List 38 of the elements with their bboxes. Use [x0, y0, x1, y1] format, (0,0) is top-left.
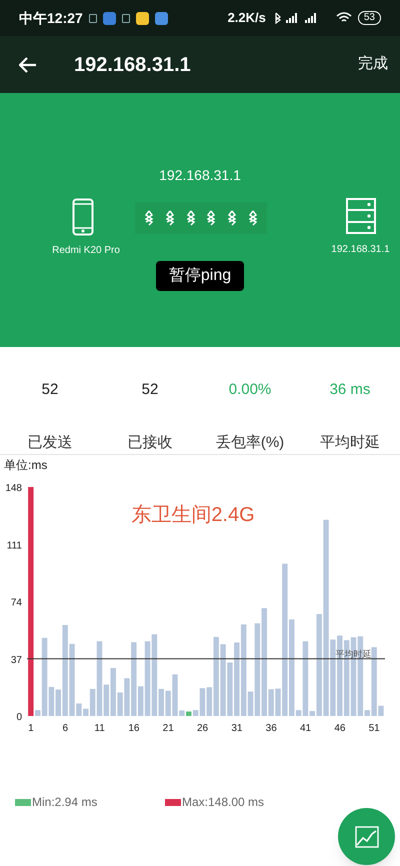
legend-label: Min:2.94 ms [32, 794, 98, 811]
x-tick-label: 16 [128, 723, 140, 734]
done-button[interactable]: 完成 [358, 53, 388, 76]
status-time: 中午12:27 [19, 8, 83, 28]
x-tick-label: 46 [334, 723, 346, 734]
x-tick-label: 21 [162, 723, 174, 734]
stat-label: 已发送 [28, 432, 72, 452]
average-label: 平均时延 [336, 648, 372, 659]
x-tick-label: 36 [266, 723, 277, 734]
x-tick-label: 41 [300, 723, 312, 734]
y-tick-label: 0 [16, 712, 22, 723]
x-tick-label: 26 [197, 723, 208, 734]
stat-label: 已接收 [128, 432, 172, 452]
stat-value: 0.00% [228, 380, 272, 400]
device-name: Redmi K20 Pro [52, 244, 120, 258]
y-tick-label: 148 [5, 483, 22, 494]
legend-label: Max:148.00 ms [182, 794, 264, 811]
page-title: 192.168.31.1 [74, 52, 192, 78]
stat-value: 52 [42, 380, 58, 400]
stat-label: 丢包率(%) [216, 432, 284, 452]
y-tick-label: 37 [10, 654, 22, 666]
x-tick-label: 51 [368, 723, 380, 734]
target-address: 192.168.31.1 [159, 166, 241, 185]
x-tick-label: 11 [94, 723, 105, 734]
x-tick-label: 31 [231, 723, 242, 734]
stat-value: 36 ms [330, 380, 370, 400]
unit-label: 单位:ms [4, 458, 48, 472]
pause-ping-button[interactable]: 暂停ping [156, 261, 244, 291]
network-speed: 2.2K/s [228, 9, 266, 28]
stat-value: 52 [142, 380, 158, 400]
x-tick-label: 6 [62, 723, 68, 734]
chart-title: 东卫生间2.4G [131, 504, 255, 526]
stat-label: 平均时延 [320, 432, 380, 452]
x-tick-label: 1 [28, 723, 34, 734]
host-address: 192.168.31.1 [331, 243, 390, 257]
battery-level: 53 [358, 11, 381, 25]
y-tick-label: 74 [10, 598, 22, 608]
y-tick-label: 111 [6, 540, 22, 552]
